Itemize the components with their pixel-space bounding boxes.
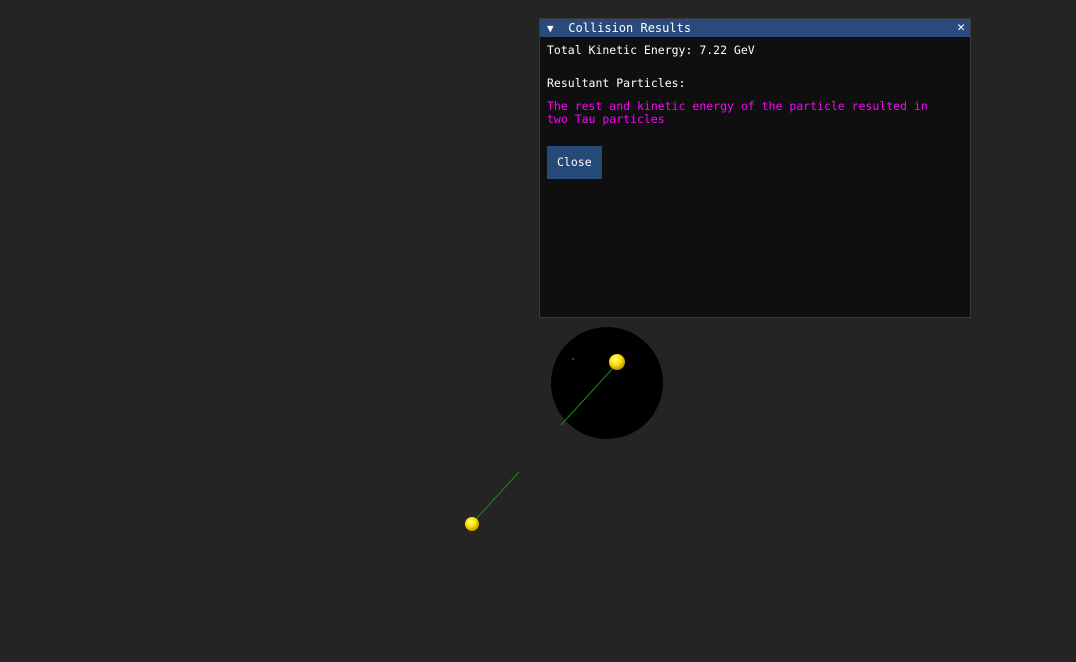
debris-dot <box>572 358 574 360</box>
collision-results-window[interactable]: ▼ Collision Results ✕ Total Kinetic Ener… <box>539 18 971 318</box>
simulation-viewport[interactable]: ▼ Collision Results ✕ Total Kinetic Ener… <box>0 0 1076 662</box>
particle-trail-lower <box>475 471 520 520</box>
window-title: Collision Results <box>568 21 692 35</box>
resultant-particles-label: Resultant Particles: <box>547 76 686 90</box>
kinetic-energy-text: Total Kinetic Energy: 7.22 GeV <box>547 43 755 57</box>
collision-detector-disc <box>551 327 663 439</box>
window-content: Total Kinetic Energy: 7.22 GeV Resultant… <box>540 37 970 186</box>
close-button[interactable]: Close <box>547 146 602 179</box>
tau-particle-upper <box>609 354 625 370</box>
close-icon[interactable]: ✕ <box>957 19 965 37</box>
tau-particle-lower <box>465 517 479 531</box>
result-message: The rest and kinetic energy of the parti… <box>547 99 928 126</box>
window-titlebar[interactable]: ▼ Collision Results ✕ <box>540 19 970 37</box>
collapse-arrow-icon[interactable]: ▼ <box>547 20 561 38</box>
